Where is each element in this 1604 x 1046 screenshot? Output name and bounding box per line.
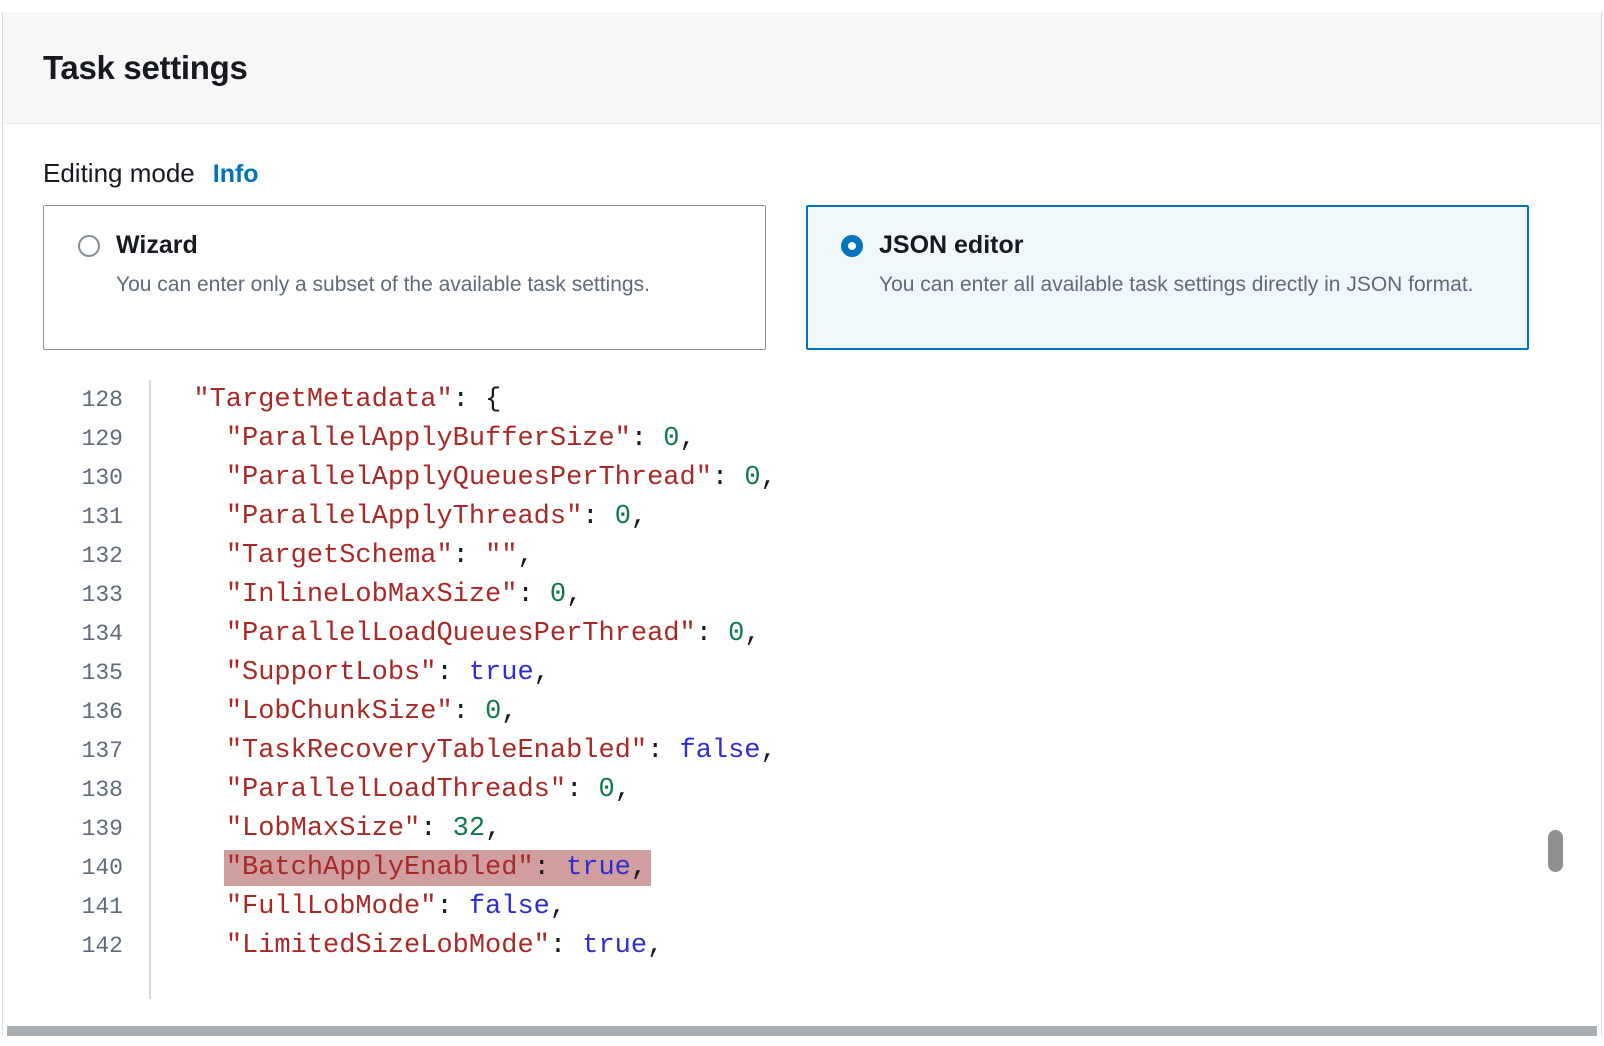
gutter-tail (43, 965, 151, 999)
code-line[interactable]: 129 "ParallelApplyBufferSize": 0, (43, 419, 1565, 458)
code-line[interactable]: 138 "ParallelLoadThreads": 0, (43, 770, 1565, 809)
code-line[interactable]: 131 "ParallelApplyThreads": 0, (43, 497, 1565, 536)
line-number: 129 (43, 419, 151, 458)
line-number: 130 (43, 458, 151, 497)
editor-lines: 128 "TargetMetadata": {129 "ParallelAppl… (43, 380, 1565, 965)
code-line[interactable]: 139 "LobMaxSize": 32, (43, 809, 1565, 848)
code-line[interactable]: 135 "SupportLobs": true, (43, 653, 1565, 692)
code-text: "FullLobMode": false, (151, 887, 566, 926)
line-number: 134 (43, 614, 151, 653)
code-line[interactable]: 141 "FullLobMode": false, (43, 887, 1565, 926)
tile-json-editor-description: You can enter all available task setting… (879, 267, 1474, 303)
task-settings-page: Task settings Editing mode Info Wizard Y… (0, 0, 1604, 1046)
line-number: 140 (43, 848, 151, 887)
line-number: 135 (43, 653, 151, 692)
code-line[interactable]: 133 "InlineLobMaxSize": 0, (43, 575, 1565, 614)
code-line[interactable]: 137 "TaskRecoveryTableEnabled": false, (43, 731, 1565, 770)
line-number: 133 (43, 575, 151, 614)
line-number: 131 (43, 497, 151, 536)
code-line[interactable]: 134 "ParallelLoadQueuesPerThread": 0, (43, 614, 1565, 653)
page-title: Task settings (43, 49, 248, 87)
tile-json-editor-text: JSON editor You can enter all available … (879, 231, 1474, 348)
line-number: 142 (43, 926, 151, 965)
code-text: "ParallelApplyBufferSize": 0, (151, 419, 696, 458)
info-link[interactable]: Info (213, 160, 259, 189)
code-line[interactable]: 140 "BatchApplyEnabled": true, (43, 848, 1565, 887)
line-number: 138 (43, 770, 151, 809)
code-text: "ParallelLoadQueuesPerThread": 0, (151, 614, 761, 653)
section-body: Editing mode Info Wizard You can enter o… (3, 124, 1601, 1004)
code-text: "ParallelApplyThreads": 0, (151, 497, 647, 536)
bottom-divider (7, 1026, 1597, 1036)
line-number: 139 (43, 809, 151, 848)
editing-mode-row: Editing mode Info (43, 158, 1561, 189)
code-text: "ParallelApplyQueuesPerThread": 0, (151, 458, 777, 497)
code-text: "InlineLobMaxSize": 0, (151, 575, 582, 614)
section-header: Task settings (3, 12, 1601, 124)
code-line[interactable]: 132 "TargetSchema": "", (43, 536, 1565, 575)
tile-wizard-description: You can enter only a subset of the avail… (116, 267, 650, 303)
radio-selected-icon[interactable] (841, 235, 863, 257)
code-text: "ParallelLoadThreads": 0, (151, 770, 631, 809)
tile-wizard[interactable]: Wizard You can enter only a subset of th… (43, 205, 766, 350)
line-number: 137 (43, 731, 151, 770)
code-line[interactable]: 142 "LimitedSizeLobMode": true, (43, 926, 1565, 965)
code-line[interactable]: 128 "TargetMetadata": { (43, 380, 1565, 419)
json-code-editor[interactable]: 128 "TargetMetadata": {129 "ParallelAppl… (43, 380, 1565, 1004)
editor-trailing-row (43, 965, 1565, 1004)
editing-mode-tiles: Wizard You can enter only a subset of th… (43, 205, 1561, 350)
tile-wizard-label: Wizard (116, 231, 650, 260)
code-line[interactable]: 136 "LobChunkSize": 0, (43, 692, 1565, 731)
editing-mode-label: Editing mode (43, 158, 195, 189)
code-text: "SupportLobs": true, (151, 653, 550, 692)
code-text: "LimitedSizeLobMode": true, (151, 926, 663, 965)
line-number: 141 (43, 887, 151, 926)
line-number: 136 (43, 692, 151, 731)
line-number: 132 (43, 536, 151, 575)
tile-json-editor-label: JSON editor (879, 231, 1474, 260)
tile-json-editor[interactable]: JSON editor You can enter all available … (806, 205, 1529, 350)
code-text: "TargetSchema": "", (151, 536, 534, 575)
code-text: "TaskRecoveryTableEnabled": false, (151, 731, 777, 770)
task-settings-card: Task settings Editing mode Info Wizard Y… (2, 12, 1602, 1036)
code-text: "LobChunkSize": 0, (151, 692, 517, 731)
code-text: "TargetMetadata": { (151, 380, 501, 419)
radio-unselected-icon[interactable] (78, 235, 100, 257)
tile-wizard-text: Wizard You can enter only a subset of th… (116, 231, 650, 349)
editor-scrollbar-thumb[interactable] (1548, 830, 1563, 872)
code-text: "BatchApplyEnabled": true, (151, 848, 651, 887)
line-number: 128 (43, 380, 151, 419)
code-line[interactable]: 130 "ParallelApplyQueuesPerThread": 0, (43, 458, 1565, 497)
code-text: "LobMaxSize": 32, (151, 809, 501, 848)
